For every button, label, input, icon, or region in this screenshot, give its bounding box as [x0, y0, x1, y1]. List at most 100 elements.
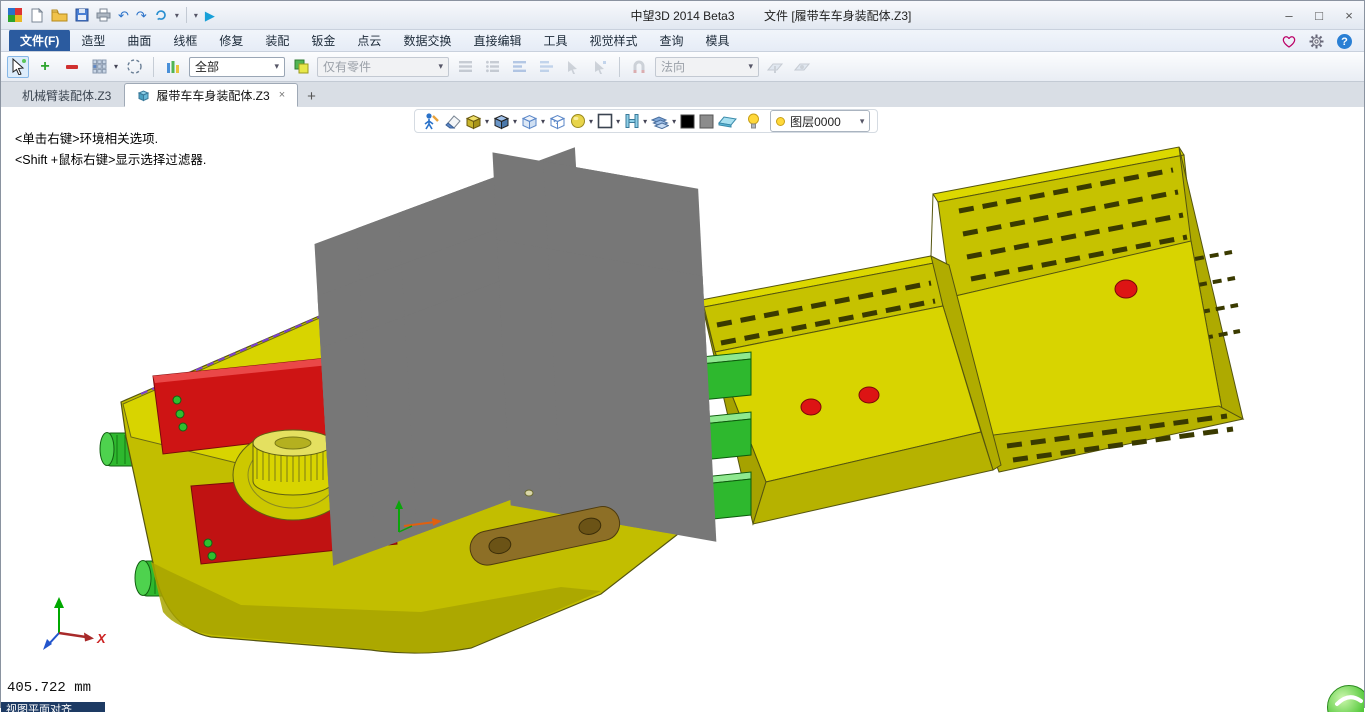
ground-plane-icon[interactable]: [718, 114, 737, 128]
pick-grid-icon[interactable]: [88, 56, 110, 78]
close-button[interactable]: ×: [1334, 3, 1364, 27]
front-body-assembly[interactable]: [100, 240, 698, 653]
document-title: 文件 [履带车车身装配体.Z3]: [764, 7, 911, 24]
shaded-display-icon[interactable]: [465, 113, 482, 130]
chevron-down-icon[interactable]: ▾: [643, 117, 647, 126]
print-icon[interactable]: [96, 8, 111, 22]
chevron-down-icon[interactable]: ▾: [672, 117, 676, 126]
new-file-icon[interactable]: [30, 8, 44, 23]
tab-wireframe[interactable]: 线框: [162, 29, 208, 51]
list-filter-icon-3[interactable]: [508, 56, 530, 78]
sync-icon[interactable]: [154, 8, 168, 22]
separator: [619, 57, 620, 77]
tab-surface[interactable]: 曲面: [116, 29, 162, 51]
align-plane-icon-1[interactable]: [764, 56, 786, 78]
chevron-down-icon[interactable]: ▾: [616, 117, 620, 126]
window-panel-right[interactable]: [543, 242, 666, 456]
doc-tab-tracked-vehicle[interactable]: 履带车车身装配体.Z3 ×: [124, 83, 298, 107]
remove-selection-icon[interactable]: [61, 56, 83, 78]
chevron-down-icon[interactable]: ▾: [541, 117, 545, 126]
new-tab-button[interactable]: +: [298, 88, 325, 107]
red-cap-1[interactable]: [801, 399, 821, 415]
pointer-option-icon-1[interactable]: [562, 56, 584, 78]
magnet-icon[interactable]: [628, 56, 650, 78]
tab-file[interactable]: 文件(F): [9, 29, 70, 51]
select-arrow-icon[interactable]: [7, 56, 29, 78]
statusbar-fragment: 视图平面对齐: [1, 702, 105, 712]
document-cube-icon: [137, 89, 150, 102]
hidden-line-display-icon[interactable]: [521, 113, 538, 130]
tab-mold[interactable]: 模具: [695, 29, 741, 51]
tab-visualstyle[interactable]: 视觉样式: [578, 29, 648, 51]
minimize-button[interactable]: –: [1274, 3, 1304, 27]
tab-directedit[interactable]: 直接编辑: [462, 29, 532, 51]
help-icon[interactable]: ?: [1337, 34, 1352, 49]
chevron-down-icon[interactable]: ▾: [589, 117, 593, 126]
chevron-down-icon[interactable]: ▾: [485, 117, 489, 126]
black-color-swatch[interactable]: [680, 114, 695, 129]
pick-grid-dropdown-icon[interactable]: ▾: [114, 62, 118, 71]
shaded-edges-display-icon[interactable]: [493, 113, 510, 130]
red-cap-3[interactable]: [1115, 280, 1137, 298]
maximize-button[interactable]: □: [1304, 3, 1334, 27]
tab-tools[interactable]: 工具: [532, 29, 578, 51]
qat-customize-icon[interactable]: ▾: [194, 11, 198, 20]
hint-line-2: <Shift +鼠标右键>显示选择过滤器.: [15, 150, 206, 171]
menubar-right-icons: ?: [1282, 34, 1364, 51]
tab-shape[interactable]: 造型: [70, 29, 116, 51]
filter-type-icon[interactable]: [162, 56, 184, 78]
list-filter-icon-1[interactable]: [454, 56, 476, 78]
undo-icon[interactable]: ↶: [118, 9, 129, 22]
tab-pointcloud[interactable]: 点云: [346, 29, 392, 51]
favorite-icon[interactable]: [1282, 35, 1296, 48]
measurement-readout: 405.722 mm: [7, 680, 91, 696]
app-logo-icon: [7, 7, 23, 23]
sync-dropdown-icon[interactable]: ▾: [175, 11, 179, 20]
lasso-select-icon[interactable]: [123, 56, 145, 78]
normal-combobox[interactable]: 法向▾: [655, 57, 759, 77]
add-selection-icon[interactable]: +: [34, 56, 56, 78]
x-axis-label: X: [96, 631, 107, 646]
scope-combobox[interactable]: 全部▾: [189, 57, 285, 77]
3d-viewport[interactable]: [1, 107, 1364, 712]
chevron-down-icon[interactable]: ▾: [513, 117, 517, 126]
tab-sheetmetal[interactable]: 钣金: [300, 29, 346, 51]
rear-body-part[interactable]: [701, 147, 1243, 524]
gear-icon[interactable]: [1309, 34, 1324, 49]
parts-only-combobox[interactable]: 仅有零件▾: [317, 57, 449, 77]
layer-combobox[interactable]: 图层0000 ▾: [770, 110, 870, 132]
tab-dataexchange[interactable]: 数据交换: [392, 29, 462, 51]
list-filter-icon-4[interactable]: [535, 56, 557, 78]
open-folder-icon[interactable]: [51, 8, 68, 22]
wireframe-display-icon[interactable]: [549, 113, 566, 130]
layer-bulb-icon[interactable]: [747, 113, 760, 129]
red-cap-2[interactable]: [859, 387, 879, 403]
save-icon[interactable]: [75, 8, 89, 22]
quick-access-toolbar: ↶ ↷ ▾ ▾ ▶: [1, 7, 215, 23]
pick-filter-icon[interactable]: [290, 56, 312, 78]
play-icon[interactable]: ▶: [205, 9, 215, 22]
chevron-down-icon: ▾: [860, 116, 865, 127]
tab-assembly[interactable]: 装配: [254, 29, 300, 51]
gray-color-swatch[interactable]: [699, 114, 714, 129]
annotate-figure-icon[interactable]: [422, 112, 439, 130]
doc-tab-robot-arm[interactable]: 机械臂装配体.Z3: [9, 83, 124, 107]
plane-display-icon[interactable]: [597, 113, 613, 129]
layer-stack-icon[interactable]: [651, 113, 669, 129]
tab-repair[interactable]: 修复: [208, 29, 254, 51]
y-axis-arrow: [54, 597, 64, 608]
tab-inquire[interactable]: 查询: [649, 29, 695, 51]
pointer-option-icon-2[interactable]: [589, 56, 611, 78]
eraser-icon[interactable]: [443, 114, 461, 129]
ribbon-tab-bar: 文件(F) 造型 曲面 线框 修复 装配 钣金 点云 数据交换 直接编辑 工具 …: [1, 30, 1364, 52]
chevron-down-icon: ▾: [432, 61, 443, 72]
redo-icon[interactable]: ↷: [136, 9, 147, 22]
tab-close-icon[interactable]: ×: [279, 89, 285, 101]
section-profile-icon[interactable]: [624, 113, 640, 129]
viewport-canvas[interactable]: <单击右键>环境相关选项. <Shift +鼠标右键>显示选择过滤器. ▾ ▾ …: [1, 107, 1364, 712]
list-filter-icon-2[interactable]: [481, 56, 503, 78]
chevron-down-icon: ▾: [742, 61, 753, 72]
layer-dot-icon: [776, 117, 785, 126]
sphere-render-icon[interactable]: [570, 113, 586, 129]
align-plane-icon-2[interactable]: [791, 56, 813, 78]
